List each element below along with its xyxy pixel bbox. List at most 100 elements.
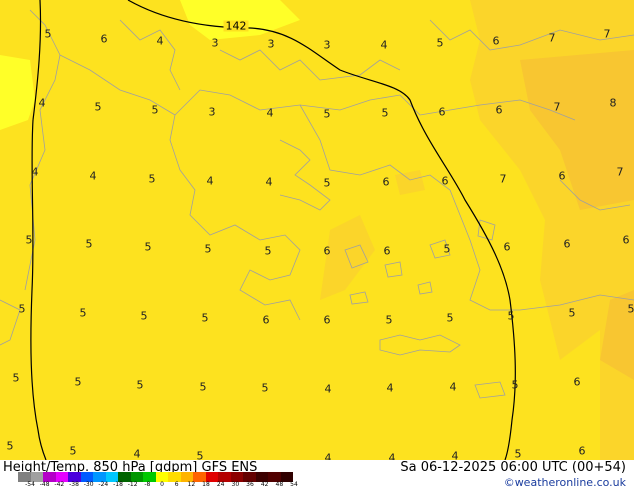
grid-value: 7 [548,31,556,45]
scale-tick-label: -8 [144,481,151,488]
grid-value: 5 [204,242,212,256]
grid-value: 5 [514,447,522,460]
grid-value: 4 [266,106,274,120]
map-background [0,0,634,460]
color-scale-ticks: -54 -48 -42 -38 -30 -24 -18 -12 -8 0 6 12 18 24 30 36 42… [18,482,298,490]
scale-tick-label: 54 [290,481,298,488]
grid-value: 5 [18,302,26,316]
grid-value: 5 [25,233,33,247]
grid-value: 5 [627,302,634,316]
grid-value: 7 [616,165,624,179]
grid-value: 5 [323,107,331,121]
grid-value: 5 [140,309,148,323]
map-footer: Height/Temp. 850 hPa [gdpm] GFS ENS Sa 0… [0,460,634,490]
grid-value: 4 [265,175,273,189]
grid-value: 4 [380,38,388,52]
grid-value: 4 [451,449,459,461]
grid-value: 7 [499,172,507,186]
grid-value: 5 [6,439,14,453]
grid-value: 6 [383,244,391,258]
grid-value: 3 [267,37,275,51]
grid-value: 5 [44,27,52,41]
grid-value: 5 [151,103,159,117]
grid-value: 6 [622,233,630,247]
grid-value: 3 [208,105,216,119]
grid-value: 4 [156,34,164,48]
grid-value: 5 [381,106,389,120]
grid-value: 5 [144,240,152,254]
scale-tick-label: 18 [202,481,210,488]
grid-value: 6 [492,34,500,48]
grid-value: 6 [558,169,566,183]
grid-value: 4 [388,451,396,461]
scale-tick-label: -54 [25,481,35,488]
grid-value: 4 [449,380,457,394]
grid-value: 5 [507,309,515,323]
grid-value: 5 [385,313,393,327]
scale-tick-label: -24 [98,481,109,488]
grid-value: 5 [446,311,454,325]
grid-value: 5 [94,100,102,114]
scale-tick-label: 36 [246,481,254,488]
scale-tick-label: -18 [113,481,123,488]
grid-value: 6 [382,175,390,189]
grid-value: 5 [511,378,519,392]
grid-value: 5 [85,237,93,251]
grid-value: 5 [199,380,207,394]
grid-value: 4 [324,382,332,396]
grid-value: 6 [100,32,108,46]
grid-value: 6 [563,237,571,251]
grid-value: 6 [438,105,446,119]
scale-tick-label: -42 [54,481,65,488]
grid-value: 5 [264,244,272,258]
grid-value: 5 [261,381,269,395]
grid-value: 5 [323,176,331,190]
grid-value: 6 [573,375,581,389]
grid-value: 4 [133,447,141,460]
grid-value: 5 [79,306,87,320]
grid-value: 6 [323,313,331,327]
grid-value: 5 [69,444,77,458]
scale-tick-label: -30 [83,481,94,488]
source-credit[interactable]: ©weatheronline.co.uk [504,476,626,489]
grid-value: 5 [443,242,451,256]
grid-value: 4 [386,381,394,395]
grid-value: 4 [206,174,214,188]
grid-value: 3 [323,38,331,52]
grid-value: 8 [609,96,617,110]
grid-value: 7 [603,27,611,41]
weather-map: 142 5 6 4 3 3 3 4 5 6 7 7 4 5 5 3 4 5 5 … [0,0,634,460]
grid-value: 5 [436,36,444,50]
scale-tick-label: 6 [174,481,179,488]
scale-tick-label: 48 [275,481,284,488]
grid-value: 6 [578,444,586,458]
grid-value: 5 [196,449,204,461]
grid-value: 5 [74,375,82,389]
scale-tick-label: 30 [231,481,240,488]
grid-value: 5 [148,172,156,186]
grid-value: 5 [12,371,20,385]
scale-tick-label: 0 [160,481,164,488]
grid-value: 5 [201,311,209,325]
grid-value: 4 [38,96,46,110]
temperature-color-scale: -54 -48 -42 -38 -30 -24 -18 -12 -8 0 6 12 18 24 30 36 42… [18,472,298,490]
grid-value: 6 [323,244,331,258]
scale-tick-label: 24 [216,481,225,488]
grid-value: 6 [495,103,503,117]
grid-value: 6 [262,313,270,327]
grid-value: 4 [324,451,332,461]
scale-tick-label: 42 [260,481,269,488]
grid-value: 7 [553,100,561,114]
grid-value: 4 [31,165,39,179]
contour-label: 142 [223,19,249,33]
scale-tick-label: -48 [39,481,50,488]
grid-value: 3 [211,36,219,50]
scale-tick-label: -12 [127,481,138,488]
grid-value: 6 [503,240,511,254]
forecast-datetime: Sa 06-12-2025 06:00 UTC (00+54) [400,460,626,475]
grid-value: 4 [89,169,97,183]
grid-value: 5 [568,306,576,320]
scale-tick-label: -38 [69,481,79,488]
grid-value: 6 [441,174,449,188]
grid-value: 5 [136,378,144,392]
